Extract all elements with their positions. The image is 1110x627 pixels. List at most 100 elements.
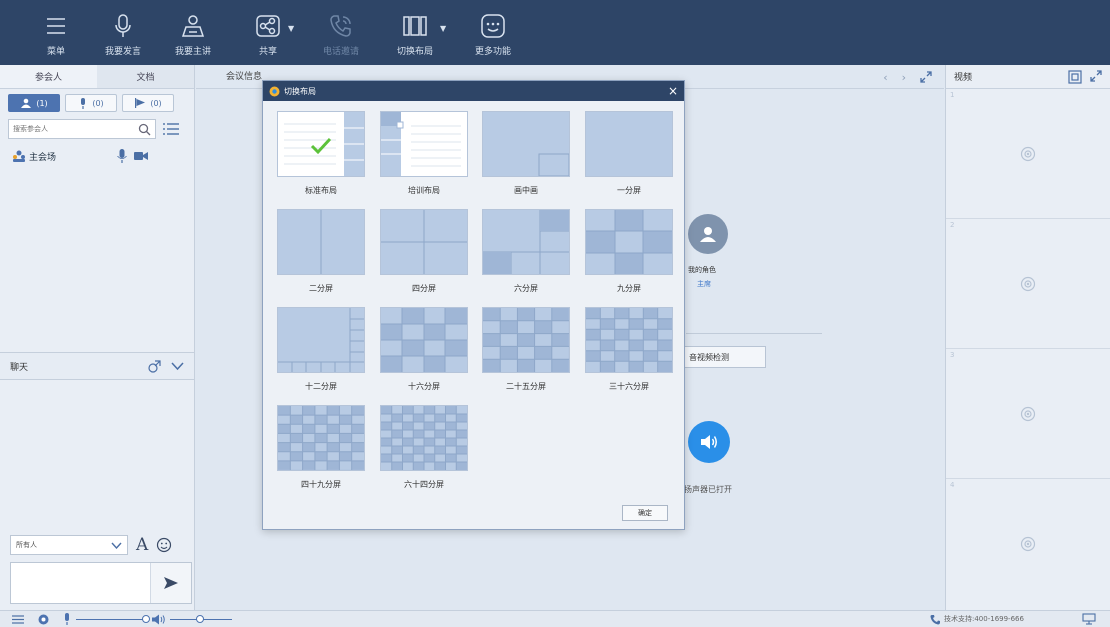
layout-option-6[interactable]: 六分屏 xyxy=(482,209,570,297)
video-panel: 视频 1 2 3 4 xyxy=(945,65,1110,610)
next-arrow-icon[interactable]: › xyxy=(902,71,906,84)
people-icon xyxy=(21,98,32,108)
layout-icon xyxy=(403,16,427,36)
layout-option-64[interactable]: 六十四分屏 xyxy=(380,405,468,493)
layout-option-16[interactable]: 十六分屏 xyxy=(380,307,468,395)
speak-button[interactable]: 我要发言 xyxy=(100,0,146,65)
dialog-title: 切换布局 xyxy=(284,86,316,96)
participant-name: 主会场 xyxy=(29,152,57,163)
present-button[interactable]: 我要主讲 xyxy=(170,0,216,65)
my-role-value: 主席 xyxy=(697,280,711,288)
video-title: 视频 xyxy=(954,73,973,83)
tab-participants[interactable]: 参会人 xyxy=(0,65,97,88)
send-button[interactable] xyxy=(151,563,191,603)
layout-16-thumbnail xyxy=(381,308,467,372)
share-icon xyxy=(256,15,280,37)
mic-volume-track[interactable] xyxy=(76,619,146,620)
phone-icon xyxy=(330,15,351,37)
camera-icon xyxy=(1020,146,1036,161)
search-icon[interactable] xyxy=(138,123,151,136)
filter-speaking-button[interactable]: (0) xyxy=(65,94,117,112)
video-cell[interactable]: 2 xyxy=(946,219,1110,349)
menu-icon xyxy=(47,18,65,34)
more-icon xyxy=(481,14,505,38)
ok-button[interactable]: 确定 xyxy=(622,505,668,521)
layout-49-thumbnail xyxy=(278,406,364,470)
filter-presenter-button[interactable]: (0) xyxy=(122,94,174,112)
font-style-icon[interactable]: A xyxy=(136,535,148,555)
participant-row[interactable]: 主会场 xyxy=(0,141,194,171)
camera-icon xyxy=(1020,406,1036,421)
layout-option-12[interactable]: 十二分屏 xyxy=(277,307,365,395)
tab-documents[interactable]: 文档 xyxy=(97,65,194,88)
list-view-icon[interactable] xyxy=(162,122,180,136)
support-hotline: 技术支持:400-1699-666 xyxy=(944,615,1024,623)
av-check-button[interactable]: 音视频检测 xyxy=(684,346,766,368)
left-panel: 参会人 文档 (1) (0) (0) 主会场 聊天 xyxy=(0,65,195,610)
chat-title: 聊天 xyxy=(10,362,29,373)
presenter-icon xyxy=(181,15,205,37)
layout-option-2[interactable]: 二分屏 xyxy=(277,209,365,297)
share-button[interactable]: 共享 xyxy=(250,0,286,65)
participant-search-input[interactable] xyxy=(13,125,123,133)
dialog-titlebar: 切换布局 × xyxy=(263,81,684,101)
layout-1-thumbnail xyxy=(586,112,672,176)
chat-input-box xyxy=(10,562,192,604)
camera-icon xyxy=(1020,276,1036,291)
participant-search-row xyxy=(0,117,194,141)
layout-12-thumbnail xyxy=(278,308,364,372)
expand-icon[interactable] xyxy=(1090,69,1102,82)
recipient-select[interactable]: 所有人 xyxy=(10,535,128,555)
mic-volume-knob[interactable] xyxy=(142,615,150,623)
app-logo-icon xyxy=(269,86,280,96)
layout-option-49[interactable]: 四十九分屏 xyxy=(277,405,365,493)
layout-caret-icon[interactable]: ▼ xyxy=(440,24,446,33)
layout-9-thumbnail xyxy=(586,210,672,274)
participant-mic-icon[interactable] xyxy=(116,149,128,163)
share-caret-icon[interactable]: ▼ xyxy=(288,24,294,33)
expand-icon[interactable] xyxy=(920,71,932,83)
prev-arrow-icon[interactable]: ‹ xyxy=(883,71,887,84)
camera-status-icon[interactable] xyxy=(38,614,49,625)
list-settings-icon[interactable] xyxy=(12,614,24,625)
chevron-down-icon[interactable] xyxy=(171,361,184,371)
more-features-button[interactable]: 更多功能 xyxy=(470,0,516,65)
switch-layout-button[interactable]: 切换布局 xyxy=(392,0,438,65)
emoji-icon[interactable] xyxy=(156,537,172,553)
layout-option-25[interactable]: 二十五分屏 xyxy=(482,307,570,395)
phone-icon xyxy=(930,615,940,625)
layout-option-36[interactable]: 三十六分屏 xyxy=(585,307,673,395)
video-cell[interactable]: 4 xyxy=(946,479,1110,609)
user-icon xyxy=(700,227,716,242)
layout-option-4[interactable]: 四分屏 xyxy=(380,209,468,297)
microphone-icon[interactable] xyxy=(63,613,71,625)
speaker-icon[interactable] xyxy=(152,614,166,625)
menu-button[interactable]: 菜单 xyxy=(38,0,74,65)
layout-option-pip[interactable]: 画中画 xyxy=(482,111,570,199)
speaker-button[interactable] xyxy=(688,421,730,463)
phone-invite-button[interactable]: 电话邀请 xyxy=(316,0,366,65)
layout-36-thumbnail xyxy=(586,308,672,372)
layout-option-standard[interactable]: 标准布局 xyxy=(277,111,365,199)
popout-icon[interactable] xyxy=(148,359,161,373)
chat-textarea[interactable] xyxy=(11,563,151,603)
left-tabs: 参会人 文档 xyxy=(0,65,194,89)
group-icon xyxy=(13,150,25,162)
participant-camera-icon[interactable] xyxy=(134,151,149,161)
layout-option-9[interactable]: 九分屏 xyxy=(585,209,673,297)
top-toolbar: 菜单 我要发言 我要主讲 共享 ▼ 电话邀请 切换布局 ▼ 更多功能 xyxy=(0,0,1110,65)
tab-meeting-info[interactable]: 会议信息 xyxy=(226,69,262,88)
close-icon[interactable]: × xyxy=(668,84,678,98)
microphone-icon xyxy=(115,14,131,37)
video-cell[interactable]: 1 xyxy=(946,89,1110,219)
network-icon[interactable] xyxy=(1082,613,1096,625)
video-layout-icon[interactable] xyxy=(1068,69,1082,84)
video-cell[interactable]: 3 xyxy=(946,349,1110,479)
layout-option-1[interactable]: 一分屏 xyxy=(585,111,673,199)
filter-all-button[interactable]: (1) xyxy=(8,94,60,112)
layout-option-training[interactable]: 培训布局 xyxy=(380,111,468,199)
chat-controls: 所有人 A xyxy=(10,535,190,555)
participant-search-box xyxy=(8,119,156,139)
participant-filters: (1) (0) (0) xyxy=(0,89,194,117)
speaker-volume-knob[interactable] xyxy=(196,615,204,623)
